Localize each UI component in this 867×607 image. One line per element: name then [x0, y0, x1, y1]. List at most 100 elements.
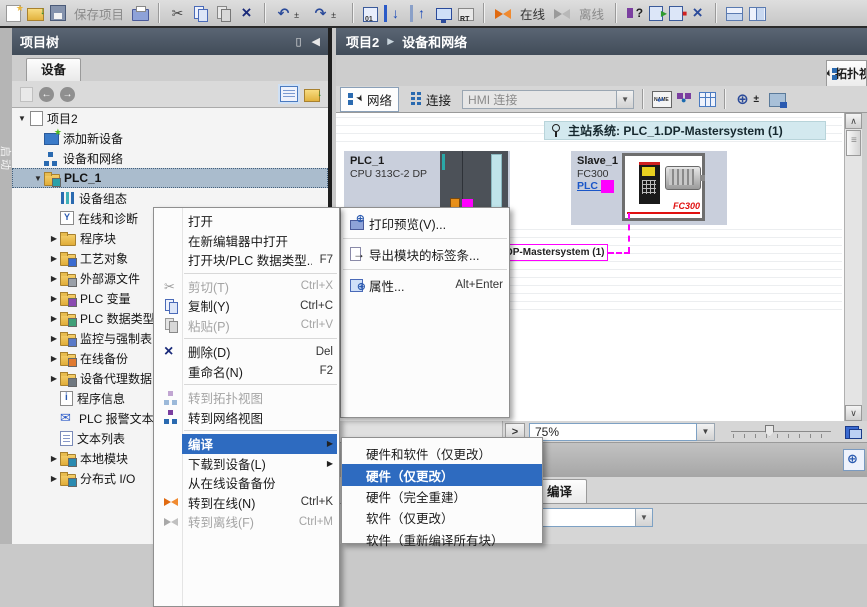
show-addresses-icon[interactable]: [652, 91, 672, 108]
context-menu-item-打印预览-V-[interactable]: 打印预览(V)...: [341, 212, 509, 234]
context-menu-item-打开块-PLC-数据类型-[interactable]: 打开块/PLC 数据类型...F7: [154, 250, 339, 270]
context-menu-item-转到在线-N-[interactable]: 转到在线(N)Ctrl+K: [154, 493, 339, 513]
context-menu-item-重命名-N-[interactable]: 重命名(N)F2: [154, 362, 339, 382]
pane-mode-icon[interactable]: ▯: [295, 35, 301, 48]
chevron-down-icon[interactable]: ▼: [16, 114, 28, 123]
undo-icon[interactable]: [275, 5, 292, 22]
master-system-banner[interactable]: 主站系统: PLC_1.DP-Mastersystem (1): [544, 121, 826, 140]
zoom-chevron-down-icon[interactable]: ▼: [697, 423, 715, 441]
runtime-icon[interactable]: [458, 8, 474, 21]
stop-cpu-icon[interactable]: [669, 6, 683, 21]
start-cpu-icon[interactable]: [649, 6, 663, 21]
start-simulation-icon[interactable]: [436, 8, 452, 20]
tree-item-设备组态[interactable]: 设备组态: [12, 188, 328, 208]
chevron-right-icon[interactable]: ▶: [48, 254, 60, 263]
zoom-slider[interactable]: [731, 424, 831, 440]
device-plc1[interactable]: PLC_1 CPU 313C-2 DP: [344, 151, 510, 213]
dp-connection-line[interactable]: [608, 252, 630, 254]
save-project-icon[interactable]: [50, 5, 66, 21]
drive-device-image[interactable]: FC300: [622, 153, 705, 221]
diagnostics-icon[interactable]: [626, 5, 643, 22]
context-menu-item-导出模块的标签条-[interactable]: 导出模块的标签条...: [341, 243, 509, 265]
new-project-icon[interactable]: [6, 5, 21, 22]
split-horizontal-icon[interactable]: [726, 7, 743, 21]
context-menu-item-复制-Y-[interactable]: 复制(Y)Ctrl+C: [154, 296, 339, 316]
chevron-right-icon[interactable]: ▶: [48, 274, 60, 283]
dp-port[interactable]: [601, 180, 614, 193]
fit-page-icon[interactable]: [769, 93, 786, 107]
memory-card-icon[interactable]: [363, 7, 378, 22]
new-item-icon[interactable]: [20, 87, 33, 102]
submenu-item-硬件-完全重建-[interactable]: 硬件（完全重建）: [342, 486, 542, 507]
scroll-down-icon[interactable]: ∨: [845, 405, 862, 421]
network-mode-button[interactable]: 网络: [340, 87, 399, 112]
upload-from-device-icon[interactable]: [410, 5, 430, 22]
collapse-all-icon[interactable]: [304, 89, 320, 102]
delete-icon[interactable]: [238, 5, 255, 22]
go-online-icon[interactable]: [494, 5, 512, 22]
scroll-up-icon[interactable]: ∧: [845, 113, 862, 129]
tree-item-PLC_1[interactable]: ▼PLC_1: [12, 168, 328, 188]
chevron-right-icon[interactable]: ▶: [48, 374, 60, 383]
copy-icon[interactable]: [192, 5, 209, 22]
chevron-right-icon[interactable]: ▶: [48, 454, 60, 463]
chevron-right-icon[interactable]: ▶: [48, 474, 60, 483]
inspector-filter-select[interactable]: ▼: [539, 508, 653, 527]
dp-connection-line[interactable]: [628, 213, 630, 253]
tree-item-项目2[interactable]: ▼项目2: [12, 108, 328, 128]
context-menu-item-编译[interactable]: 编译▶: [154, 434, 339, 454]
tree-item-设备和网络[interactable]: 设备和网络: [12, 148, 328, 168]
back-icon[interactable]: ←: [39, 87, 54, 102]
context-menu-item-属性-[interactable]: 属性...Alt+Enter: [341, 274, 509, 296]
zoom-level-select[interactable]: 75%: [529, 423, 697, 441]
submenu-item-软件-仅更改-[interactable]: 软件（仅更改）: [342, 507, 542, 528]
properties-icon[interactable]: [843, 449, 865, 471]
go-online-label[interactable]: 在线: [520, 4, 545, 23]
plc-device-image[interactable]: [440, 151, 508, 213]
fit-to-window-icon[interactable]: [845, 424, 863, 440]
chevron-right-icon[interactable]: ▶: [48, 294, 60, 303]
vertical-scrollbar[interactable]: ∧ ∨: [844, 113, 862, 421]
submenu-item-硬件-仅更改-[interactable]: 硬件（仅更改）: [342, 464, 542, 485]
scrollbar-thumb[interactable]: [846, 130, 861, 156]
cut-icon[interactable]: [169, 5, 186, 22]
connections-mode-button[interactable]: 连接: [404, 88, 457, 111]
device-slave1[interactable]: Slave_1 FC300 PLC_1 FC300: [571, 151, 727, 225]
tab-devices[interactable]: 设备: [26, 58, 81, 81]
breadcrumb-project[interactable]: 项目2: [346, 32, 379, 51]
chevron-right-icon[interactable]: ▶: [48, 354, 60, 363]
redo-icon[interactable]: [312, 5, 329, 22]
context-menu-item-转到网络视图[interactable]: 转到网络视图: [154, 408, 339, 428]
context-menu-item-在新编辑器中打开[interactable]: 在新编辑器中打开: [154, 231, 339, 251]
print-icon[interactable]: [132, 9, 149, 21]
list-view-icon[interactable]: [280, 86, 298, 102]
context-menu-item-删除-D-[interactable]: 删除(D)Del: [154, 342, 339, 362]
context-menu-item-下载到设备-L-[interactable]: 下载到设备(L)▶: [154, 454, 339, 474]
paste-icon[interactable]: [215, 5, 232, 22]
chevron-right-icon[interactable]: ▶: [48, 334, 60, 343]
context-menu-item-从在线设备备份[interactable]: 从在线设备备份: [154, 473, 339, 493]
connection-type-select[interactable]: HMI 连接 ▼: [462, 90, 634, 109]
download-to-device-icon[interactable]: [384, 5, 404, 22]
zoom-icon[interactable]: [734, 91, 751, 108]
forward-icon[interactable]: →: [60, 87, 75, 102]
save-project-label[interactable]: 保存项目: [74, 4, 124, 23]
table-view-icon[interactable]: [699, 92, 716, 107]
split-vertical-icon[interactable]: [749, 7, 766, 21]
go-offline-label[interactable]: 离线: [579, 4, 604, 23]
open-project-icon[interactable]: [27, 8, 44, 21]
collapse-panel-icon[interactable]: ◀: [312, 35, 320, 48]
highlight-mastersystem-icon[interactable]: [677, 92, 694, 106]
chevron-right-icon[interactable]: ▶: [48, 234, 60, 243]
chevron-down-icon[interactable]: ▼: [32, 174, 44, 183]
tab-topology-view[interactable]: 拓扑视图: [826, 60, 867, 86]
dp-mastersystem-label[interactable]: DP-Mastersystem (1): [502, 244, 608, 261]
accessible-devices-icon[interactable]: [689, 5, 706, 22]
context-menu-item-打开[interactable]: 打开: [154, 211, 339, 231]
submenu-item-硬件和软件-仅更改-[interactable]: 硬件和软件（仅更改）: [342, 443, 542, 464]
go-offline-icon[interactable]: [553, 5, 571, 22]
tree-item-添加新设备[interactable]: 添加新设备: [12, 128, 328, 148]
chevron-right-icon[interactable]: ▶: [48, 314, 60, 323]
breadcrumb-page[interactable]: 设备和网络: [402, 32, 467, 51]
submenu-item-软件-重新编译所有块-[interactable]: 软件（重新编译所有块）: [342, 529, 542, 550]
